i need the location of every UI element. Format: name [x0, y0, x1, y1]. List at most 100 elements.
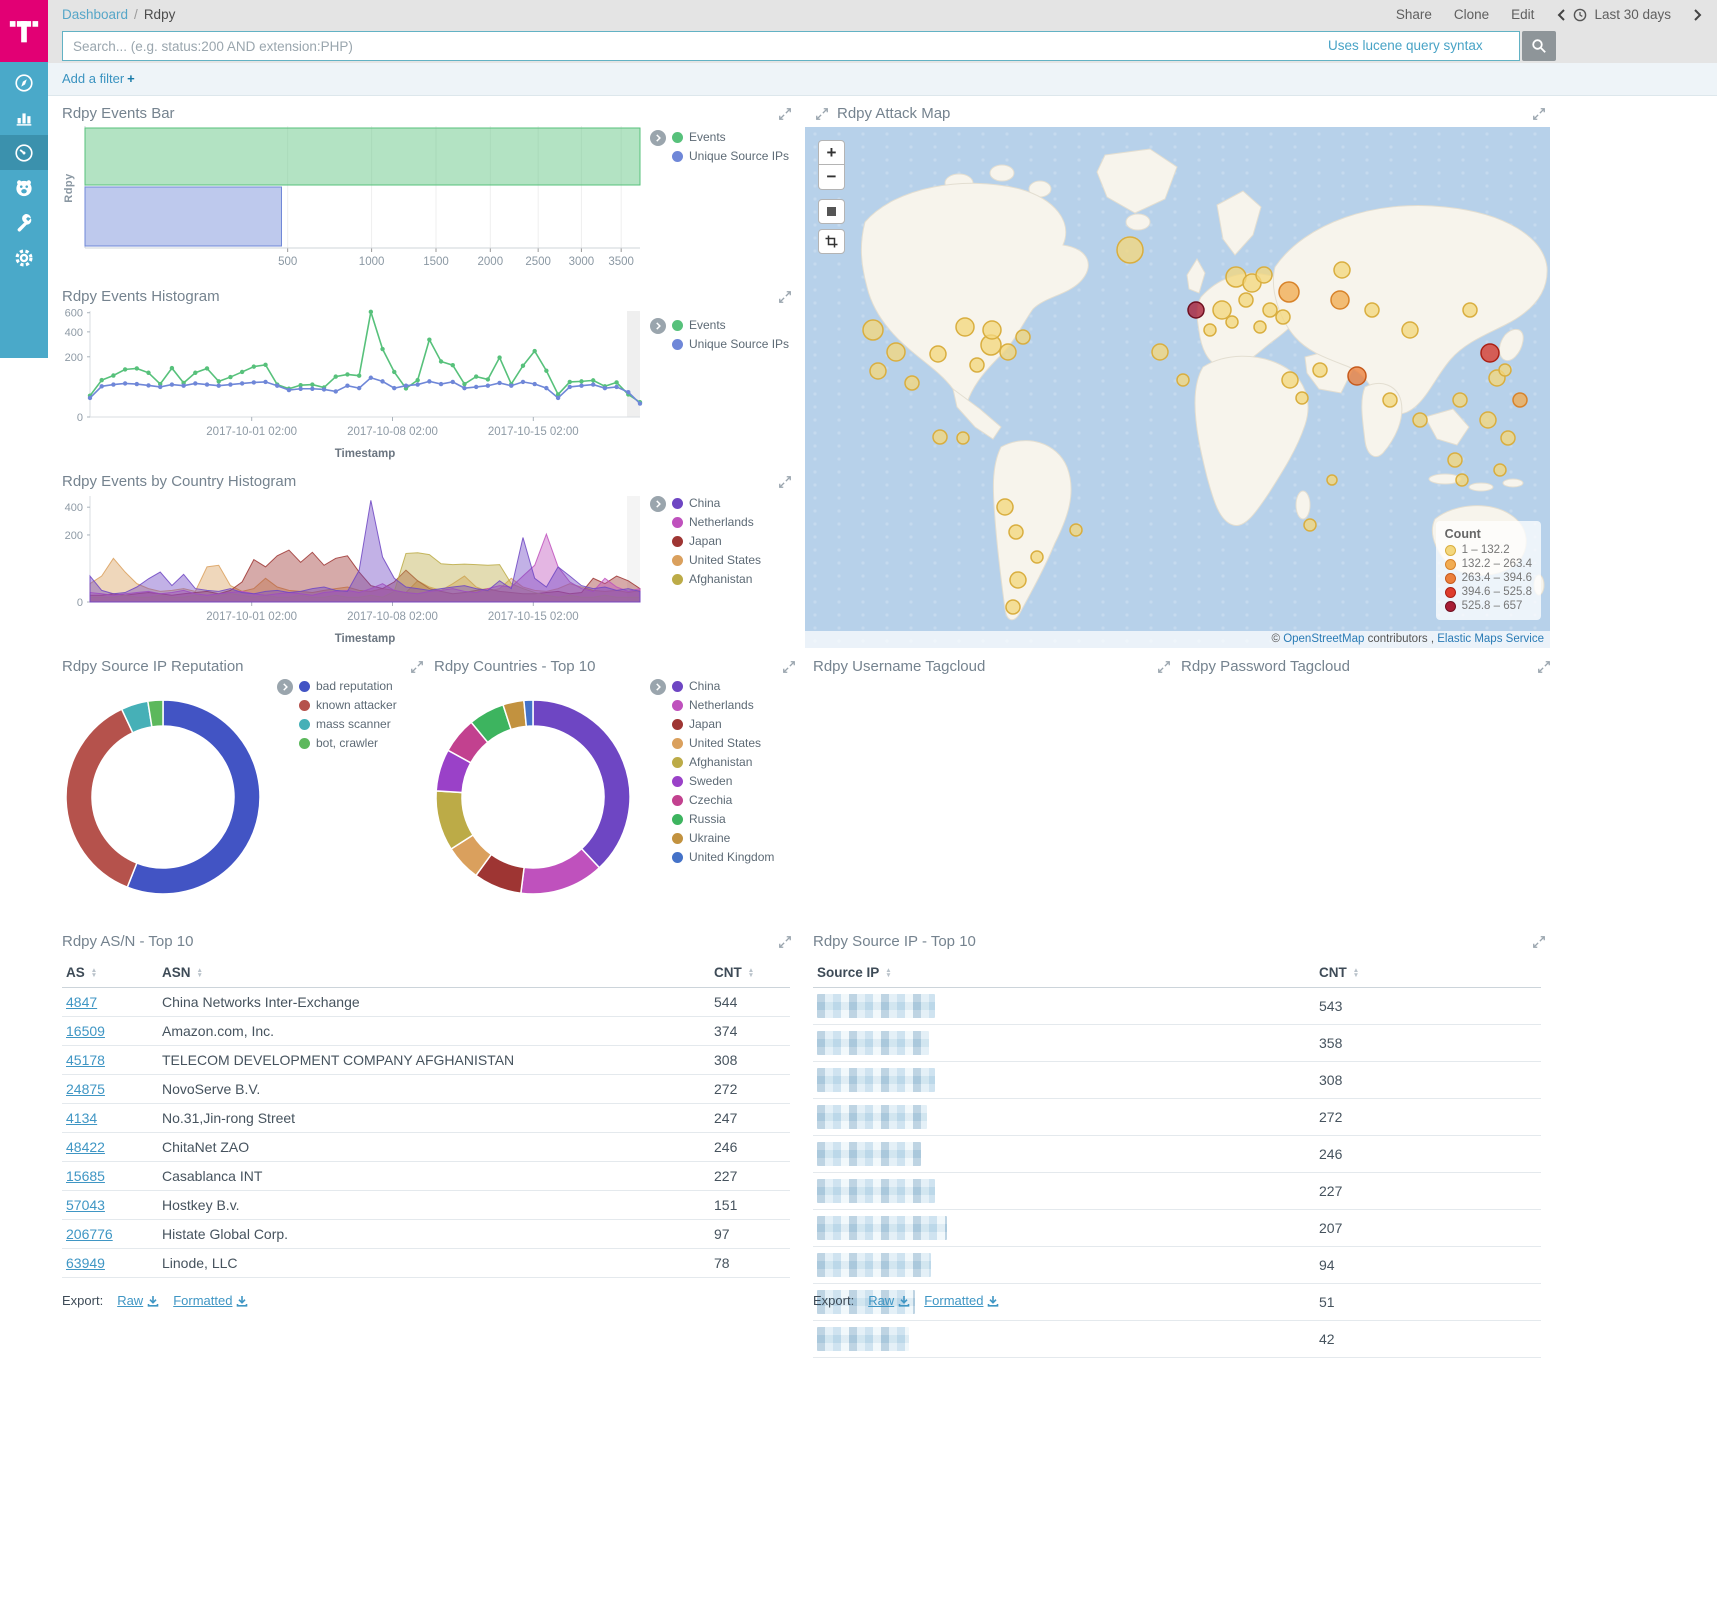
map-bubble [1365, 303, 1379, 317]
count-cell: 374 [710, 1017, 790, 1046]
countries-legend-item[interactable]: China [672, 679, 774, 693]
edit-button[interactable]: Edit [1511, 7, 1534, 22]
countries-slice-united-kingdom[interactable] [524, 700, 533, 726]
countries-legend-item[interactable]: Russia [672, 812, 774, 826]
search-input[interactable] [62, 31, 1520, 61]
column-header-cnt[interactable]: CNT▲▼ [1315, 958, 1541, 988]
expand-icon[interactable] [1157, 660, 1171, 674]
world-map[interactable]: + − Count 1 – 132.2132.2 – 263.4263.4 – … [805, 127, 1550, 648]
expand-icon[interactable] [778, 107, 792, 121]
countries-slice-china[interactable] [533, 700, 630, 868]
events-histogram-legend-item[interactable]: Events [672, 318, 789, 332]
breadcrumb-dashboard-link[interactable]: Dashboard [62, 7, 128, 22]
expand-icon[interactable] [778, 290, 792, 304]
countries-legend-item[interactable]: Japan [672, 717, 774, 731]
lucene-syntax-link[interactable]: Uses lucene query syntax [1328, 38, 1483, 53]
fit-data-button[interactable] [818, 199, 845, 224]
legend-collapse-button[interactable] [650, 130, 666, 146]
countries-legend-item[interactable]: Afghanistan [672, 755, 774, 769]
expand-icon[interactable] [1537, 660, 1551, 674]
bar-unique-source-ips[interactable] [85, 187, 281, 246]
events-bar-legend-item[interactable]: Events [672, 130, 789, 144]
sidebar-item-management[interactable] [0, 240, 48, 275]
column-header-source-ip[interactable]: Source IP▲▼ [813, 958, 1315, 988]
events-histogram-legend-item[interactable]: Unique Source IPs [672, 337, 789, 351]
countries-legend-item[interactable]: Sweden [672, 774, 774, 788]
zoom-in-button[interactable]: + [818, 140, 845, 165]
reputation-slice-known-attacker[interactable] [66, 709, 137, 887]
column-header-as[interactable]: AS▲▼ [62, 958, 158, 988]
countries-legend-item[interactable]: United States [672, 736, 774, 750]
sidebar-item-dev-tools[interactable] [0, 205, 48, 240]
sidebar-item-timelion[interactable] [0, 170, 48, 205]
export-raw-link[interactable]: Raw [117, 1293, 159, 1308]
bar-events[interactable] [85, 128, 640, 185]
time-range-label[interactable]: Last 30 days [1594, 7, 1671, 22]
as-link[interactable]: 4847 [66, 994, 97, 1010]
country-histogram-legend-item[interactable]: Netherlands [672, 515, 761, 529]
sidebar-item-discover[interactable] [0, 65, 48, 100]
openstreetmap-link[interactable]: OpenStreetMap [1283, 633, 1364, 645]
expand-icon[interactable] [782, 660, 796, 674]
expand-icon[interactable] [410, 660, 424, 674]
table-row: 57043Hostkey B.v.151 [62, 1191, 790, 1220]
as-link[interactable]: 206776 [66, 1226, 113, 1242]
countries-legend-item[interactable]: United Kingdom [672, 850, 774, 864]
legend-collapse-button[interactable] [650, 496, 666, 512]
axis-label: 0 [77, 597, 83, 609]
as-link[interactable]: 63949 [66, 1255, 105, 1271]
export-formatted-link[interactable]: Formatted [924, 1293, 999, 1308]
reputation-legend-item[interactable]: bot, crawler [299, 736, 397, 750]
expand-icon[interactable] [778, 935, 792, 949]
column-header-cnt[interactable]: CNT▲▼ [710, 958, 790, 988]
map-bubble [1204, 324, 1216, 336]
zoom-out-button[interactable]: − [818, 165, 845, 190]
count-cell: 247 [710, 1104, 790, 1133]
as-link[interactable]: 15685 [66, 1168, 105, 1184]
country-histogram-legend-item[interactable]: Afghanistan [672, 572, 761, 586]
countries-legend-item[interactable]: Czechia [672, 793, 774, 807]
legend-collapse-button[interactable] [650, 318, 666, 334]
export-raw-link[interactable]: Raw [868, 1293, 910, 1308]
country-histogram-legend-item[interactable]: China [672, 496, 761, 510]
legend-collapse-button[interactable] [277, 679, 293, 695]
reputation-legend-item[interactable]: known attacker [299, 698, 397, 712]
as-link[interactable]: 24875 [66, 1081, 105, 1097]
legend-collapse-button[interactable] [650, 679, 666, 695]
as-link[interactable]: 45178 [66, 1052, 105, 1068]
countries-legend-item[interactable]: Ukraine [672, 831, 774, 845]
export-formatted-link[interactable]: Formatted [173, 1293, 248, 1308]
chevron-right-icon[interactable] [1693, 8, 1703, 22]
legend-color-dot [672, 536, 683, 547]
expand-icon[interactable] [778, 475, 792, 489]
add-filter-link[interactable]: Add a filter+ [62, 71, 135, 86]
reputation-legend-item[interactable]: mass scanner [299, 717, 397, 731]
sidebar-item-visualize[interactable] [0, 100, 48, 135]
expand-icon[interactable] [1532, 107, 1546, 121]
events-bar-legend-item[interactable]: Unique Source IPs [672, 149, 789, 163]
column-header-asn[interactable]: ASN▲▼ [158, 958, 710, 988]
as-link[interactable]: 4134 [66, 1110, 97, 1126]
country-histogram-legend-item[interactable]: Japan [672, 534, 761, 548]
draw-filter-button[interactable] [818, 229, 845, 254]
search-button[interactable] [1522, 31, 1556, 61]
chevron-left-icon[interactable] [1556, 8, 1566, 22]
as-link[interactable]: 16509 [66, 1023, 105, 1039]
elastic-maps-link[interactable]: Elastic Maps Service [1437, 633, 1544, 645]
reputation-legend-item[interactable]: bad reputation [299, 679, 397, 693]
country-histogram-legend-item[interactable]: United States [672, 553, 761, 567]
expand-icon[interactable] [1532, 935, 1546, 949]
legend-label: Afghanistan [689, 755, 752, 769]
reputation-slice-bad-reputation[interactable] [127, 700, 260, 894]
as-link[interactable]: 48422 [66, 1139, 105, 1155]
map-bubble [930, 346, 946, 362]
sidebar-item-dashboard[interactable] [0, 135, 48, 170]
share-button[interactable]: Share [1396, 7, 1432, 22]
clone-button[interactable]: Clone [1454, 7, 1489, 22]
as-link[interactable]: 57043 [66, 1197, 105, 1213]
tmobile-logo[interactable] [0, 0, 48, 62]
expand-icon[interactable] [815, 107, 829, 121]
count-cell: 78 [710, 1249, 790, 1278]
countries-legend-item[interactable]: Netherlands [672, 698, 774, 712]
countries-slice-netherlands[interactable] [521, 849, 600, 894]
